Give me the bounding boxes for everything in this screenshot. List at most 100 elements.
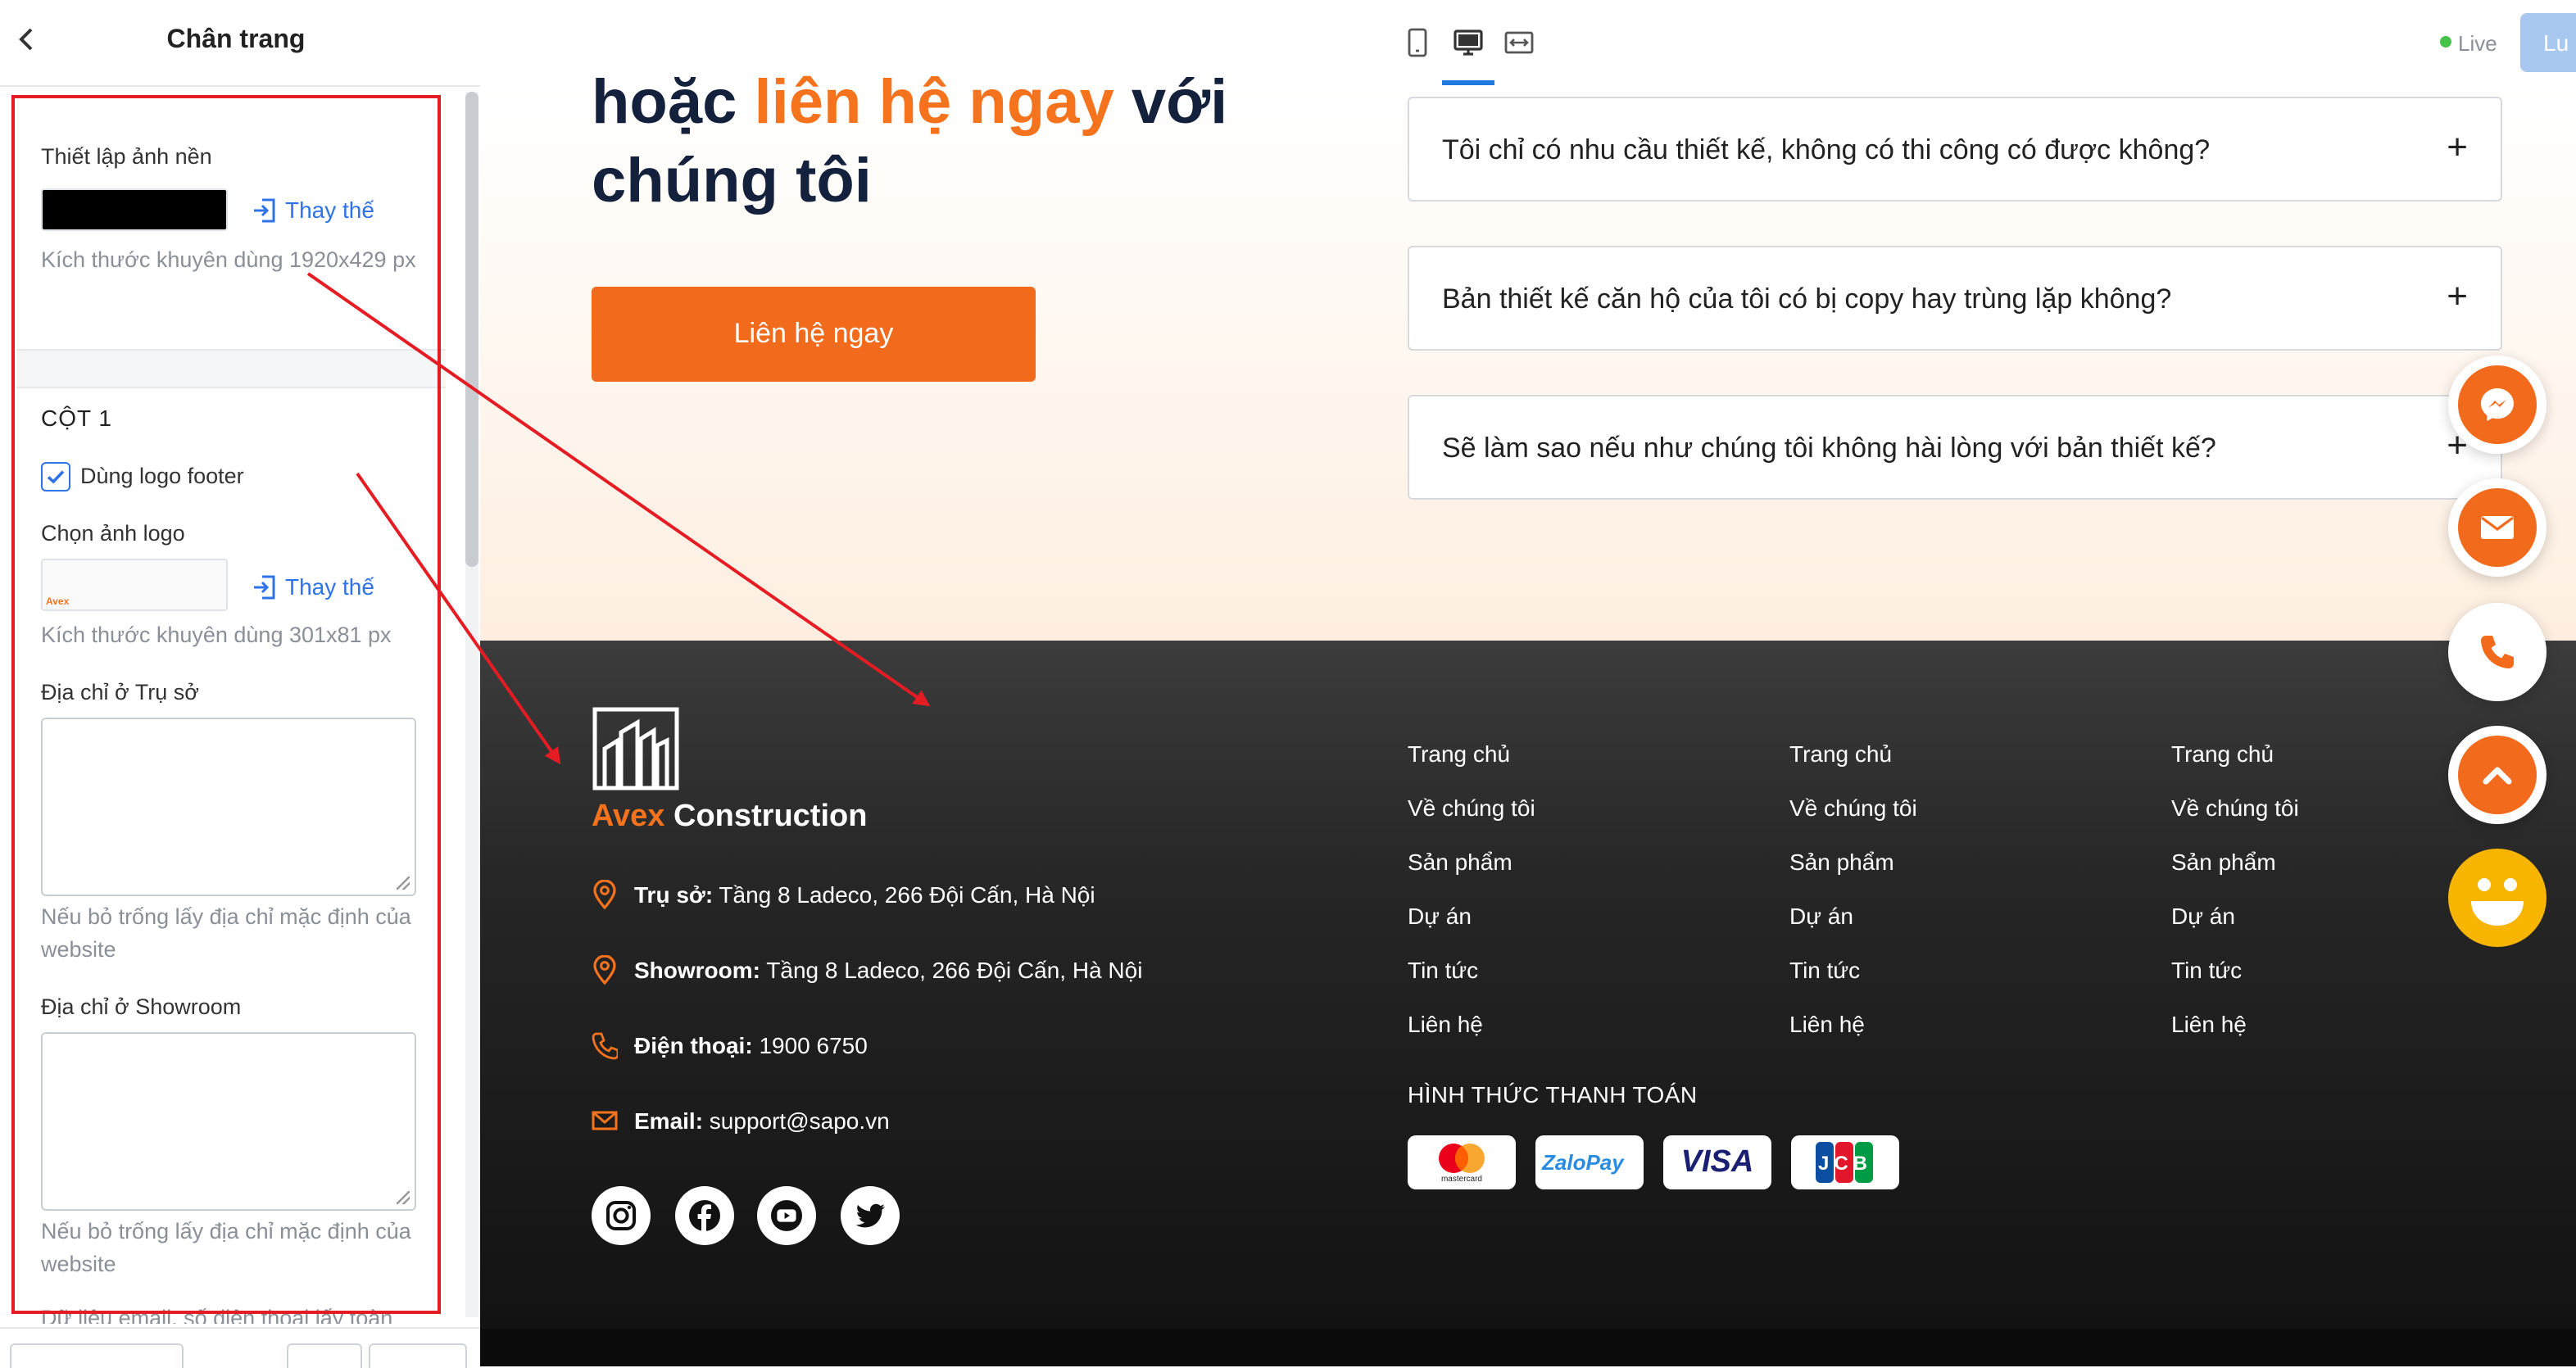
use-logo-checkbox[interactable] <box>41 462 70 491</box>
faq-item[interactable]: Tôi chỉ có nhu cầu thiết kế, không có th… <box>1408 97 2502 202</box>
card-text: VISA <box>1680 1145 1754 1180</box>
contact-showroom: Showroom: Tầng 8 Ladeco, 266 Đội Cấn, Hà… <box>592 954 1143 991</box>
contact-value: 1900 6750 <box>752 1032 868 1058</box>
showroom-address-textarea[interactable] <box>41 1032 416 1211</box>
hero-text: với <box>1113 69 1228 138</box>
messenger-button[interactable] <box>2448 356 2547 454</box>
call-button[interactable] <box>2448 603 2547 701</box>
sidebar-footer-button[interactable] <box>10 1343 184 1368</box>
sidebar-scrollbar-thumb[interactable] <box>465 92 478 567</box>
plus-icon: + <box>2447 275 2468 316</box>
footer-nav-link[interactable]: Liên hệ <box>2171 1011 2247 1037</box>
payment-methods-title: HÌNH THỨC THANH TOÁN <box>1408 1081 1698 1108</box>
contact-label: Điện thoại: <box>634 1032 753 1058</box>
contact-phone: Điện thoại: 1900 6750 <box>592 1031 868 1067</box>
replace-label: Thay thế <box>285 197 374 223</box>
replace-icon <box>254 575 275 600</box>
live-status-dot <box>2440 36 2451 48</box>
footer-bottom-bar <box>480 1329 2576 1366</box>
resize-grip[interactable] <box>397 1191 410 1204</box>
save-button[interactable]: Lu <box>2520 13 2576 72</box>
active-device-indicator <box>1442 80 1494 85</box>
youtube-icon[interactable] <box>757 1186 816 1245</box>
footer-nav-link[interactable]: Trang chủ <box>1789 741 1892 767</box>
hq-address-textarea[interactable] <box>41 718 416 896</box>
instagram-icon[interactable] <box>592 1186 651 1245</box>
building-logo-icon <box>592 706 680 791</box>
brand-text: Construction <box>664 800 868 834</box>
card-text: ZaloPay <box>1542 1150 1624 1175</box>
desktop-icon[interactable] <box>1454 28 1483 57</box>
sidebar-footer-button[interactable] <box>369 1343 467 1368</box>
logo-thumb-text: Avex <box>46 598 70 608</box>
footer-nav-link[interactable]: Trang chủ <box>1408 741 1510 767</box>
logo-image-label: Chọn ảnh logo <box>41 521 185 546</box>
scroll-top-icon <box>2458 736 2537 814</box>
footer-nav-link[interactable]: Về chúng tôi <box>1789 795 1917 821</box>
scroll-to-top-button[interactable] <box>2448 726 2547 824</box>
cut-off-note: Dữ liệu email, số điện thoại lấy toàn <box>41 1307 393 1324</box>
fullwidth-icon[interactable] <box>1504 28 1534 57</box>
showroom-address-hint: Nếu bỏ trống lấy địa chỉ mặc định của we… <box>41 1219 411 1276</box>
background-size-hint: Kích thước khuyên dùng 1920x429 px <box>41 247 416 272</box>
footer-nav-link[interactable]: Dự án <box>1408 903 1472 929</box>
contact-hq: Trụ sở: Tầng 8 Ladeco, 266 Đội Cấn, Hà N… <box>592 879 1095 916</box>
footer-nav-link[interactable]: Tin tức <box>1408 957 1478 983</box>
location-pin-icon <box>593 879 616 910</box>
faq-item[interactable]: Sẽ làm sao nếu như chúng tôi không hài l… <box>1408 395 2502 500</box>
card-text: JCB <box>1817 1152 1872 1175</box>
hero-heading-line-2: chúng tôi <box>592 147 872 216</box>
footer-nav-link[interactable]: Tin tức <box>2171 957 2242 983</box>
sidebar-footer-button[interactable] <box>287 1343 362 1368</box>
chat-widget-button[interactable] <box>2448 849 2547 947</box>
resize-grip[interactable] <box>397 877 410 890</box>
visa-logo: VISA <box>1663 1135 1771 1189</box>
mobile-icon[interactable] <box>1404 28 1434 57</box>
contact-label: Showroom: <box>634 957 760 983</box>
replace-logo-button[interactable]: Thay thế <box>252 573 374 600</box>
footer-nav-link[interactable]: Trang chủ <box>2171 741 2274 767</box>
card-text: mastercard <box>1440 1175 1482 1185</box>
footer-nav-link[interactable]: Sản phẩm <box>1789 849 1894 875</box>
mail-icon <box>2458 488 2537 567</box>
footer-nav-link[interactable]: Dự án <box>1789 903 1853 929</box>
use-logo-label[interactable]: Dùng logo footer <box>80 464 244 488</box>
hero-heading-line-1: hoặc liên hệ ngay với <box>592 69 1227 139</box>
footer-nav-link[interactable]: Tin tức <box>1789 957 1860 983</box>
background-image-thumbnail <box>41 188 228 231</box>
hq-address-label: Địa chỉ ở Trụ sở <box>41 680 199 704</box>
hq-address-hint: Nếu bỏ trống lấy địa chỉ mặc định của we… <box>41 904 411 962</box>
footer-nav-link[interactable]: Sản phẩm <box>1408 849 1512 875</box>
logo-size-hint: Kích thước khuyên dùng 301x81 px <box>41 623 392 647</box>
logo-image-thumbnail: Avex <box>41 559 228 611</box>
mail-icon <box>592 1111 618 1130</box>
sidebar-title: Chân trang <box>166 26 306 54</box>
faq-question: Sẽ làm sao nếu như chúng tôi không hài l… <box>1442 433 2216 464</box>
footer-nav-link[interactable]: Liên hệ <box>1789 1011 1865 1037</box>
footer-nav-link[interactable]: Dự án <box>2171 903 2235 929</box>
footer-nav-link[interactable]: Về chúng tôi <box>1408 795 1535 821</box>
contact-email: Email: support@sapo.vn <box>592 1106 890 1142</box>
facebook-icon[interactable] <box>675 1186 734 1245</box>
faq-item[interactable]: Bản thiết kế căn hộ của tôi có bị copy h… <box>1408 246 2502 351</box>
twitter-icon[interactable] <box>841 1186 900 1245</box>
email-button[interactable] <box>2448 478 2547 577</box>
contact-now-button[interactable]: Liên hệ ngay <box>592 287 1036 382</box>
contact-label: Trụ sở: <box>634 881 714 908</box>
smiley-icon <box>2471 878 2524 926</box>
replace-background-button[interactable]: Thay thế <box>252 197 374 223</box>
contact-label: Email: <box>634 1108 704 1134</box>
column-1-heading: CỘT 1 <box>41 405 112 431</box>
phone-icon <box>2458 613 2537 691</box>
faq-question: Tôi chỉ có nhu cầu thiết kế, không có th… <box>1442 134 2211 165</box>
brand-accent: Avex <box>592 800 665 834</box>
live-status-text: Live <box>2458 31 2497 56</box>
checkmark-icon <box>47 470 65 484</box>
footer-nav-link[interactable]: Về chúng tôi <box>2171 795 2299 821</box>
contact-value: Tầng 8 Ladeco, 266 Đội Cấn, Hà Nội <box>713 881 1095 908</box>
footer-nav-link[interactable]: Liên hệ <box>1408 1011 1483 1037</box>
contact-value: support@sapo.vn <box>703 1108 890 1134</box>
contact-value: Tầng 8 Ladeco, 266 Đội Cấn, Hà Nội <box>760 957 1143 983</box>
footer-nav-link[interactable]: Sản phẩm <box>2171 849 2276 875</box>
location-pin-icon <box>593 954 616 985</box>
